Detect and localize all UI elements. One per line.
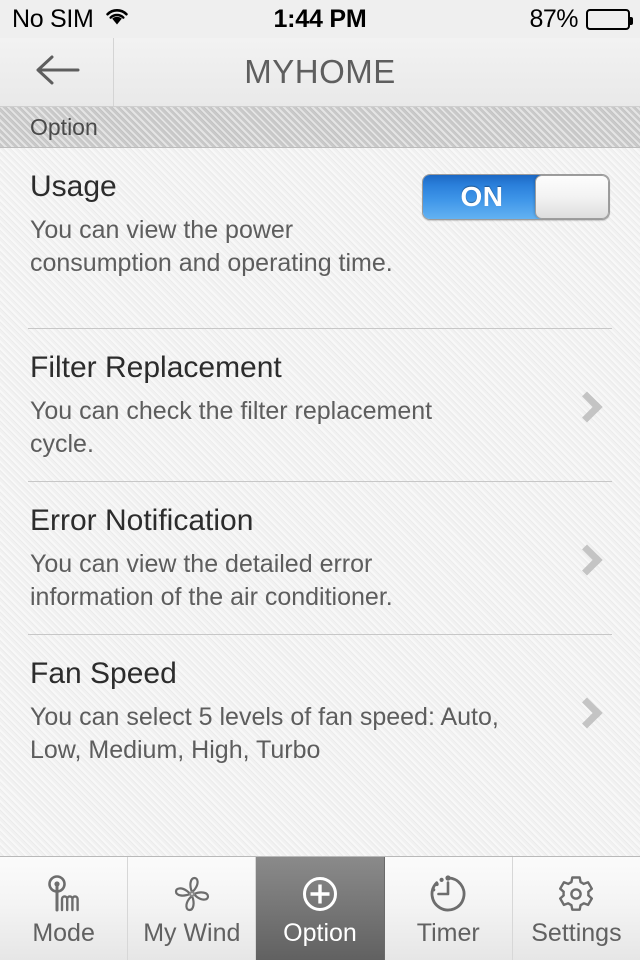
list-item-fan-speed[interactable]: Fan Speed You can select 5 levels of fan… (0, 635, 640, 787)
list-item-title: Usage (30, 170, 117, 203)
list-item-text: Usage You can view the power consumption… (30, 170, 422, 280)
list-item-title: Fan Speed (30, 657, 177, 690)
status-bar-right: 87% (529, 4, 633, 34)
navigation-bar: MYHOME (0, 38, 640, 107)
section-header-label: Option (30, 113, 98, 140)
thermometer-mode-icon (42, 871, 86, 917)
tab-label: Timer (416, 919, 480, 947)
status-bar: No SIM 1:44 PM 87% (0, 0, 640, 38)
disclosure-indicator (570, 391, 610, 423)
list-item-description: You can select 5 levels of fan speed: Au… (30, 702, 499, 764)
tab-label: My Wind (143, 919, 241, 947)
tab-timer[interactable]: Timer (384, 857, 513, 960)
list-item-text: Error Notification You can view the deta… (30, 504, 570, 614)
plus-circle-icon (297, 871, 343, 917)
app-screen: No SIM 1:44 PM 87% MYHOME Option Usage Y… (0, 0, 640, 960)
list-item-usage[interactable]: Usage You can view the power consumption… (0, 148, 640, 328)
gear-icon (553, 871, 599, 917)
disclosure-indicator (570, 697, 610, 729)
tab-option[interactable]: Option (256, 857, 385, 960)
tab-label: Mode (32, 919, 95, 947)
list-item-title: Error Notification (30, 504, 254, 537)
page-title: MYHOME (244, 53, 396, 90)
tab-my-wind[interactable]: My Wind (128, 857, 257, 960)
tab-label: Option (283, 919, 357, 947)
switch-knob[interactable] (535, 175, 609, 219)
tab-label: Settings (531, 919, 622, 947)
list-item-text: Filter Replacement You can check the fil… (30, 351, 570, 461)
list-item-description: You can check the filter replacement cyc… (30, 396, 433, 458)
switch-on-track: ON (423, 175, 541, 219)
battery-icon (586, 8, 633, 30)
chevron-right-icon (571, 391, 603, 423)
list-item-text: Fan Speed You can select 5 levels of fan… (30, 657, 570, 767)
fan-blades-icon (169, 871, 215, 917)
list-item-description: You can view the power consumption and o… (30, 215, 393, 277)
list-item-description: You can view the detailed error informat… (30, 549, 393, 611)
clock-timer-icon (425, 871, 471, 917)
switch-on-label: ON (460, 181, 504, 212)
section-header-option: Option (0, 107, 640, 148)
disclosure-indicator (570, 544, 610, 576)
options-list: Usage You can view the power consumption… (0, 148, 640, 856)
battery-percent-label: 87% (529, 4, 578, 33)
chevron-right-icon (571, 544, 603, 576)
tab-mode[interactable]: Mode (0, 857, 129, 960)
list-item-error-notification[interactable]: Error Notification You can view the deta… (0, 482, 640, 634)
usage-toggle-switch[interactable]: ON (422, 174, 610, 220)
tab-bar: Mode My Wind Option Timer Settings (0, 856, 640, 960)
list-item-title: Filter Replacement (30, 351, 282, 384)
chevron-right-icon (571, 697, 603, 729)
tab-settings[interactable]: Settings (512, 857, 640, 960)
list-item-filter-replacement[interactable]: Filter Replacement You can check the fil… (0, 329, 640, 481)
